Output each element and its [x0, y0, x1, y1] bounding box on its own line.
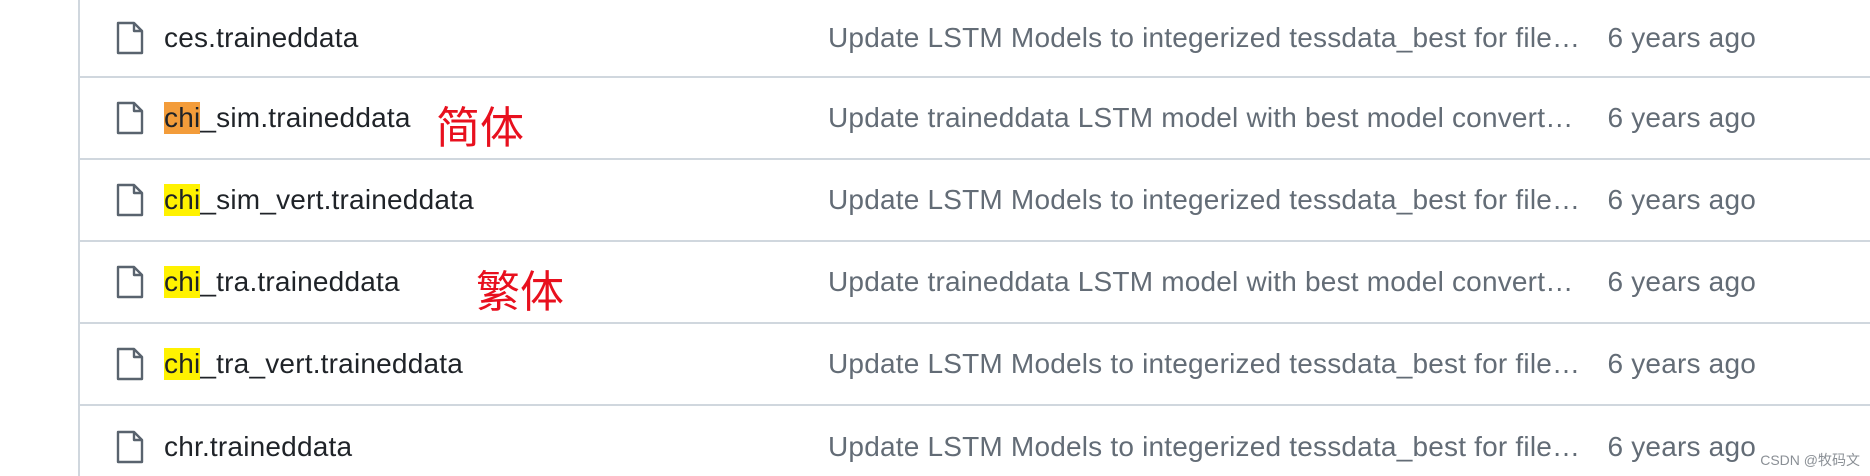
file-icon — [116, 265, 144, 299]
file-name-link[interactable]: chi_sim_vert.traineddata — [164, 184, 474, 216]
annotation-traditional: 繁体 — [476, 267, 564, 318]
file-row-chi-sim[interactable]: chi_sim.traineddata 简体 Update traineddat… — [80, 78, 1870, 160]
file-name-text[interactable]: _tra_vert.traineddata — [200, 348, 463, 379]
commit-message-link[interactable]: Update LSTM Models to integerized tessda… — [828, 22, 1580, 54]
file-row-ces[interactable]: ces.traineddata Update LSTM Models to in… — [80, 0, 1870, 78]
file-row-chi-tra-vert[interactable]: chi_tra_vert.traineddata Update LSTM Mod… — [80, 324, 1870, 406]
file-name-link[interactable]: ces.traineddata — [164, 22, 358, 54]
file-name-link[interactable]: chi_tra.traineddata — [164, 266, 400, 298]
file-name-text[interactable]: _sim_vert.traineddata — [200, 184, 473, 215]
commit-message-link[interactable]: Update traineddata LSTM model with best … — [828, 266, 1573, 298]
file-name-text[interactable]: _sim.traineddata — [200, 102, 410, 133]
annotation-simplified: 简体 — [436, 103, 524, 154]
file-row-chi-sim-vert[interactable]: chi_sim_vert.traineddata Update LSTM Mod… — [80, 160, 1870, 242]
file-name-link[interactable]: chi_sim.traineddata — [164, 102, 411, 134]
commit-age: 6 years ago — [1607, 266, 1756, 297]
file-icon — [116, 101, 144, 135]
page: ces.traineddata Update LSTM Models to in… — [0, 0, 1870, 476]
search-highlight: chi — [164, 266, 201, 298]
search-highlight: chi — [164, 184, 201, 216]
search-highlight: chi — [164, 348, 201, 380]
file-icon — [116, 183, 144, 217]
file-icon — [116, 347, 144, 381]
file-name-text[interactable]: _tra.traineddata — [200, 266, 399, 297]
file-list: ces.traineddata Update LSTM Models to in… — [78, 0, 1870, 476]
commit-age: 6 years ago — [1607, 22, 1756, 53]
commit-message-link[interactable]: Update LSTM Models to integerized tessda… — [828, 431, 1580, 463]
file-row-chr[interactable]: chr.traineddata Update LSTM Models to in… — [80, 406, 1870, 476]
file-row-chi-tra[interactable]: chi_tra.traineddata 繁体 Update traineddat… — [80, 242, 1870, 324]
commit-age: 6 years ago — [1607, 184, 1756, 215]
file-icon — [116, 21, 144, 55]
commit-message-link[interactable]: Update LSTM Models to integerized tessda… — [828, 184, 1580, 216]
commit-age: 6 years ago — [1607, 102, 1756, 133]
file-name-link[interactable]: chr.traineddata — [164, 431, 352, 463]
file-name-text[interactable]: ces.traineddata — [164, 22, 358, 53]
file-icon — [116, 430, 144, 464]
commit-message-link[interactable]: Update traineddata LSTM model with best … — [828, 102, 1573, 134]
search-highlight-active: chi — [164, 102, 201, 134]
commit-age: 6 years ago — [1607, 431, 1756, 462]
file-name-text[interactable]: chr.traineddata — [164, 431, 352, 462]
commit-message-link[interactable]: Update LSTM Models to integerized tessda… — [828, 348, 1580, 380]
commit-age: 6 years ago — [1607, 348, 1756, 379]
file-name-link[interactable]: chi_tra_vert.traineddata — [164, 348, 463, 380]
watermark: CSDN @牧码文 — [1760, 452, 1860, 468]
